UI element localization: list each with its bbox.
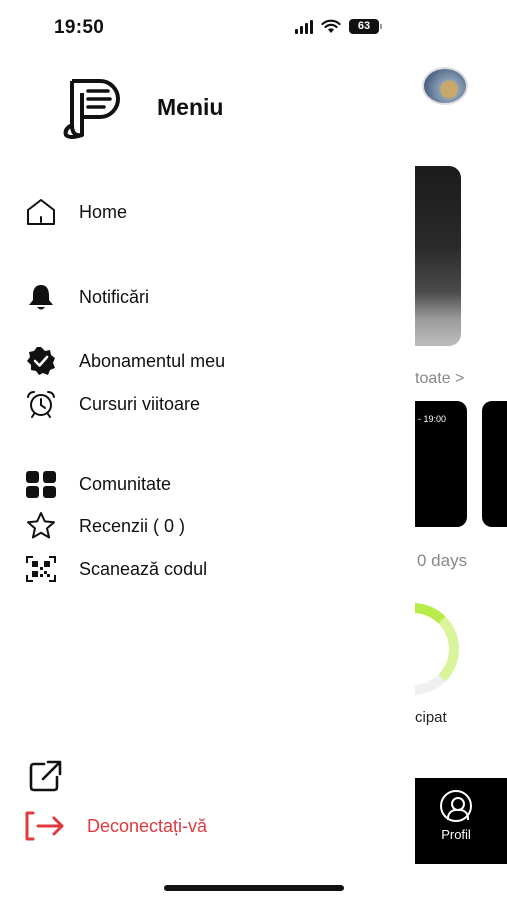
home-icon	[27, 199, 55, 225]
menu-item-notifications[interactable]: Notificări	[24, 281, 149, 313]
grid-icon	[26, 471, 56, 498]
menu-item-scan[interactable]: Scanează codul	[24, 553, 207, 585]
participated-label: cipat	[415, 709, 447, 726]
menu-item-label: Home	[79, 201, 128, 222]
logout-label: Deconectați-vă	[87, 815, 208, 836]
logout-icon	[25, 811, 64, 841]
star-icon	[27, 512, 55, 539]
status-time: 19:50	[54, 17, 105, 38]
app-logo-icon	[63, 79, 120, 139]
signal-icon	[295, 19, 313, 34]
status-icons: 63	[295, 19, 382, 34]
class-card[interactable]: - 19:00	[415, 401, 467, 527]
wifi-icon	[321, 19, 341, 33]
background-app: toate > - 19:00 0 days cipat Profil	[415, 0, 507, 900]
verified-badge-icon	[27, 347, 55, 375]
event-photo[interactable]	[415, 166, 461, 346]
bell-icon	[29, 285, 53, 310]
tab-profile[interactable]: Profil	[415, 778, 507, 864]
menu-item-subscription[interactable]: Abonamentul meu	[24, 345, 225, 377]
tab-profile-label: Profil	[441, 827, 471, 842]
menu-item-label: Abonamentul meu	[79, 350, 226, 371]
side-drawer: 19:50 63 Meniu Home Notificări Abonament…	[0, 0, 415, 900]
home-indicator	[164, 885, 344, 891]
menu-title: Meniu	[157, 94, 224, 120]
menu-item-community[interactable]: Comunitate	[24, 468, 171, 500]
menu-item-upcoming[interactable]: Cursuri viitoare	[24, 388, 200, 420]
menu-item-label: Scanează codul	[79, 558, 208, 579]
days-counter: 0 days	[417, 551, 468, 570]
qr-code-icon	[26, 556, 56, 582]
profile-icon	[440, 790, 472, 822]
menu-item-label: Cursuri viitoare	[79, 393, 201, 414]
see-all-link[interactable]: toate >	[415, 370, 464, 388]
menu-item-reviews[interactable]: Recenzii ( 0 )	[24, 510, 185, 542]
progress-ring	[415, 603, 459, 695]
menu-item-label: Comunitate	[79, 473, 172, 494]
battery-icon: 63	[349, 19, 382, 34]
menu-item-home[interactable]: Home	[24, 196, 127, 228]
logout-button[interactable]: Deconectați-vă	[24, 810, 207, 842]
alarm-clock-icon	[27, 391, 55, 418]
external-link-icon[interactable]	[28, 759, 64, 793]
class-card[interactable]	[482, 401, 507, 527]
class-card-time: - 19:00	[418, 414, 447, 424]
avatar[interactable]	[422, 67, 468, 105]
menu-item-label: Recenzii ( 0 )	[79, 515, 186, 536]
menu-item-label: Notificări	[79, 286, 150, 307]
